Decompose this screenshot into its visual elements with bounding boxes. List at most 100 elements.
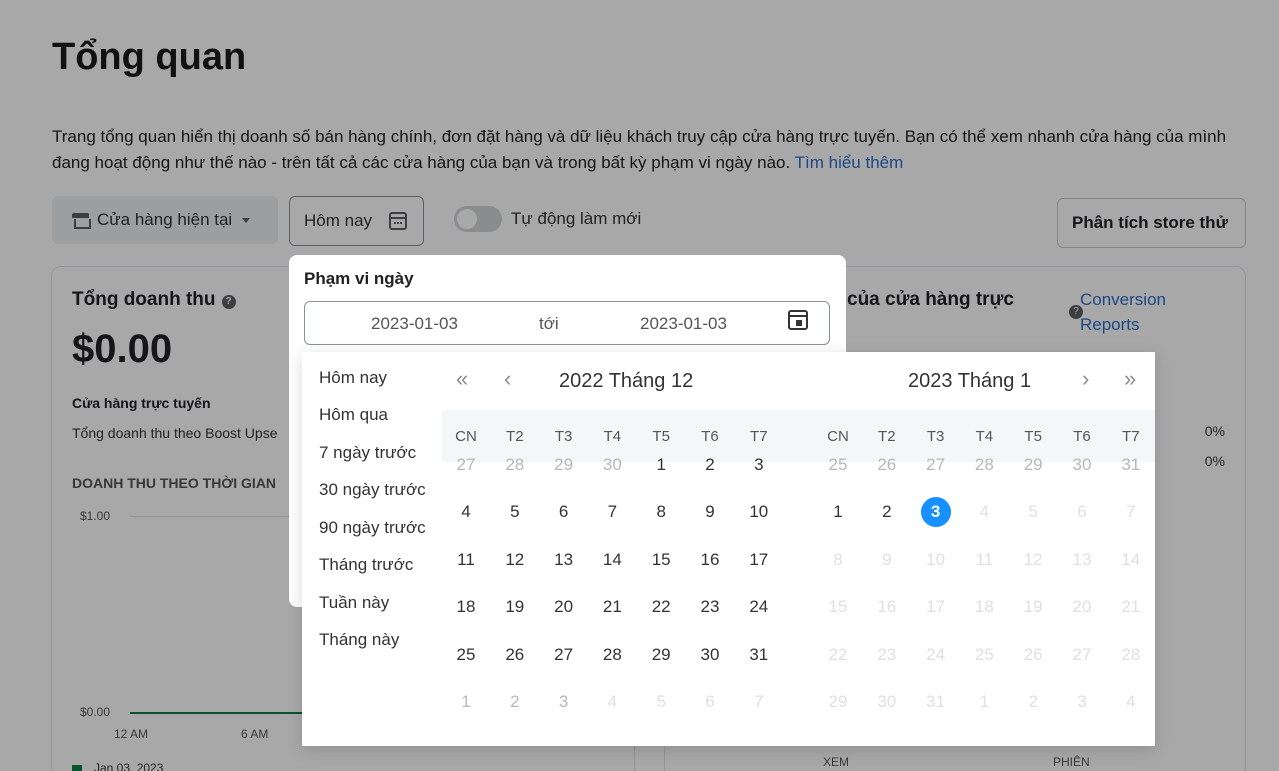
calendar-day: 14: [1121, 550, 1141, 569]
calendar-day[interactable]: 1: [446, 682, 486, 722]
calendar-day[interactable]: 19: [495, 587, 535, 627]
calendar-day[interactable]: 22: [641, 587, 681, 627]
calendar-day[interactable]: 30: [592, 445, 632, 485]
calendar-day: 11: [975, 550, 994, 569]
calendar-day[interactable]: 11: [446, 540, 486, 580]
calendar-day[interactable]: 21: [592, 587, 632, 627]
preset-today[interactable]: Hôm nay: [319, 368, 387, 388]
calendar-day[interactable]: 2: [690, 445, 730, 485]
calendar-day: 25: [974, 645, 994, 664]
calendar-day[interactable]: 2: [867, 492, 907, 532]
calendar-day[interactable]: 17: [739, 540, 779, 580]
calendar-day[interactable]: 2: [495, 682, 535, 722]
next-year-icon[interactable]: »: [1124, 368, 1136, 390]
calendar-day[interactable]: 28: [964, 445, 1004, 485]
calendar-day: 7: [1126, 502, 1136, 521]
preset-this-month[interactable]: Tháng này: [319, 630, 399, 650]
calendar-day: 12: [1023, 550, 1043, 569]
date-range-input[interactable]: 2023-01-03 tới 2023-01-03: [304, 301, 830, 345]
calendar-day[interactable]: 27: [916, 445, 956, 485]
calendar-day: 9: [882, 550, 892, 569]
calendar-day[interactable]: 31: [1111, 445, 1151, 485]
prev-month-icon[interactable]: ‹: [504, 368, 511, 390]
calendar-day[interactable]: 23: [690, 587, 730, 627]
calendar-day[interactable]: 16: [690, 540, 730, 580]
calendar-day[interactable]: 4: [446, 492, 486, 532]
preset-last-90-days[interactable]: 90 ngày trước: [319, 518, 426, 538]
calendar-day[interactable]: 6: [544, 492, 584, 532]
weekday-label: T4: [603, 428, 622, 445]
calendar-day: 3: [1077, 692, 1087, 711]
calendar-day: 20: [1072, 597, 1092, 616]
calendar-day[interactable]: 7: [592, 492, 632, 532]
preset-list: Hôm nay Hôm qua 7 ngày trước 30 ngày trư…: [302, 352, 442, 746]
next-month-icon[interactable]: ›: [1082, 368, 1089, 390]
weekday-label: T5: [1024, 428, 1042, 445]
weekday-label: T2: [878, 428, 896, 445]
calendar-day: 10: [926, 550, 946, 569]
calendar-day[interactable]: 20: [544, 587, 584, 627]
range-end-date[interactable]: 2023-01-03: [640, 314, 727, 334]
preset-this-week[interactable]: Tuần này: [319, 593, 389, 613]
calendar-day: 19: [1023, 597, 1043, 616]
calendar-day[interactable]: 28: [495, 445, 535, 485]
calendar-day[interactable]: 24: [739, 587, 779, 627]
weekday-label: T3: [926, 428, 945, 445]
calendar-day[interactable]: 1: [818, 492, 858, 532]
calendar-panels: « ‹ 2022 Tháng 12 2023 Tháng 1 › » CN T2 T…: [442, 352, 1155, 746]
calendar-day[interactable]: 29: [1013, 445, 1053, 485]
calendar-day: 5: [656, 692, 666, 711]
weekday-label: T4: [975, 428, 994, 445]
range-start-date[interactable]: 2023-01-03: [371, 314, 458, 334]
weekday-label: T6: [1073, 428, 1091, 445]
calendar-day[interactable]: 25: [818, 445, 858, 485]
preset-last-30-days[interactable]: 30 ngày trước: [319, 480, 426, 500]
calendar-day[interactable]: 3: [739, 445, 779, 485]
calendar-day[interactable]: 10: [739, 492, 779, 532]
calendar-day: 21: [1121, 597, 1141, 616]
calendar-day[interactable]: 12: [495, 540, 535, 580]
calendar-day[interactable]: 8: [641, 492, 681, 532]
calendar-day[interactable]: 25: [446, 635, 486, 675]
calendar-day[interactable]: 3: [544, 682, 584, 722]
calendar-day[interactable]: 5: [495, 492, 535, 532]
weekday-label: T3: [554, 428, 573, 445]
calendar-day: 13: [1072, 550, 1092, 569]
calendar-day: 1: [979, 692, 990, 711]
prev-year-icon[interactable]: «: [456, 368, 468, 390]
calendar-day: 4: [607, 692, 618, 711]
calendar-day: 31: [926, 692, 946, 711]
calendar-day: 27: [1072, 645, 1092, 664]
calendar-day[interactable]: 31: [739, 635, 779, 675]
calendar-day[interactable]: 27: [446, 445, 486, 485]
month-title-right: 2023 Tháng 1: [908, 370, 1032, 392]
calendar-day[interactable]: 26: [495, 635, 535, 675]
calendar-day: 28: [1121, 645, 1141, 664]
calendar-day[interactable]: 28: [592, 635, 632, 675]
weekday-label: T6: [701, 428, 719, 445]
preset-last-7-days[interactable]: 7 ngày trước: [319, 443, 416, 463]
calendar-day[interactable]: 30: [1062, 445, 1102, 485]
calendar-day: 22: [828, 645, 848, 664]
calendar-header: « ‹ 2022 Tháng 12 2023 Tháng 1 › »: [442, 352, 1155, 410]
calendar-day[interactable]: 27: [544, 635, 584, 675]
weekday-label: CN: [455, 428, 477, 445]
calendar-day-selected[interactable]: 3: [916, 492, 956, 532]
calendar-day[interactable]: 9: [690, 492, 730, 532]
calendar-day[interactable]: 13: [544, 540, 584, 580]
calendar-day[interactable]: 15: [641, 540, 681, 580]
calendar-day[interactable]: 26: [867, 445, 907, 485]
calendar-day: 30: [877, 692, 897, 711]
calendar-day: 16: [877, 597, 897, 616]
calendar-day[interactable]: 14: [592, 540, 632, 580]
calendar-day[interactable]: 30: [690, 635, 730, 675]
weekday-label: CN: [827, 428, 849, 445]
preset-yesterday[interactable]: Hôm qua: [319, 405, 388, 425]
calendar-day[interactable]: 18: [446, 587, 486, 627]
weekday-label: T5: [652, 428, 670, 445]
calendar-day[interactable]: 29: [544, 445, 584, 485]
calendar-day[interactable]: 1: [641, 445, 681, 485]
calendar-day[interactable]: 29: [641, 635, 681, 675]
preset-last-month[interactable]: Tháng trước: [319, 555, 413, 575]
weekday-label: T7: [750, 428, 768, 445]
